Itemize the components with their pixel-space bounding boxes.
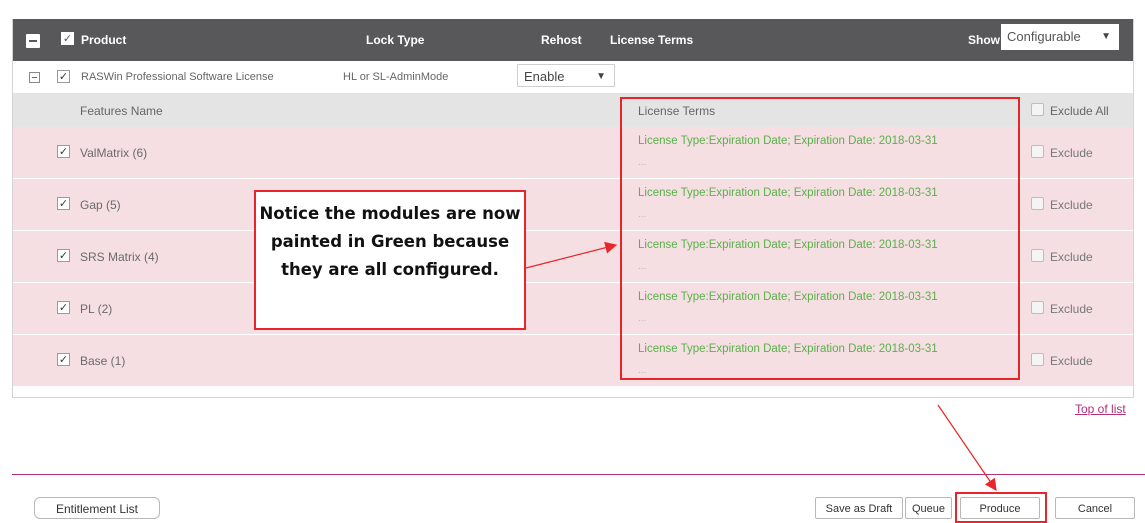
feature-name: SRS Matrix (4) [80,250,159,264]
entitlement-list-button[interactable]: Entitlement List [34,497,160,519]
show-filter-select[interactable]: Configurable ▼ [1001,24,1119,50]
exclude-label: Exclude [1050,146,1093,160]
product-lock-type: HL or SL-AdminMode [343,71,449,83]
queue-button[interactable]: Queue [905,497,952,519]
dropdown-arrow-icon: ▼ [596,71,606,82]
feature-name: Gap (5) [80,198,121,212]
features-name-header: Features Name [80,104,163,118]
exclude-label: Exclude [1050,250,1093,264]
cancel-button[interactable]: Cancel [1055,497,1135,519]
feature-checkbox[interactable]: ✓ [57,353,70,366]
exclude-checkbox[interactable] [1031,301,1044,314]
feature-checkbox[interactable]: ✓ [57,249,70,262]
collapse-product-icon[interactable] [29,72,40,83]
produce-highlight [955,492,1047,523]
product-row: ✓ RASWin Professional Software License H… [13,61,1133,93]
feature-name: ValMatrix (6) [80,146,148,160]
select-all-checkbox[interactable]: ✓ [61,32,74,45]
exclude-checkbox[interactable] [1031,353,1044,366]
produce-arrow [937,404,997,491]
show-filter-label: Show: [968,33,1004,47]
product-name: RASWin Professional Software License [81,71,274,83]
save-as-draft-button[interactable]: Save as Draft [815,497,903,519]
feature-name: PL (2) [80,302,113,316]
exclude-label: Exclude [1050,302,1093,316]
feature-checkbox[interactable]: ✓ [57,145,70,158]
license-terms-column-header: License Terms [610,33,694,47]
feature-name: Base (1) [80,354,126,368]
collapse-all-icon[interactable] [26,34,40,48]
feature-checkbox[interactable]: ✓ [57,301,70,314]
feature-checkbox[interactable]: ✓ [57,197,70,210]
footer-divider [12,474,1145,475]
product-checkbox[interactable]: ✓ [57,70,70,83]
lock-type-column-header: Lock Type [366,33,425,47]
exclude-label: Exclude [1050,354,1093,368]
exclude-all-checkbox[interactable] [1031,103,1044,116]
dropdown-arrow-icon: ▼ [1101,31,1111,42]
exclude-checkbox[interactable] [1031,249,1044,262]
product-column-header: Product [81,33,127,47]
license-terms-highlight [620,97,1020,380]
rehost-column-header: Rehost [541,33,582,47]
exclude-label: Exclude [1050,198,1093,212]
exclude-checkbox[interactable] [1031,145,1044,158]
top-of-list-link[interactable]: Top of list [1075,402,1126,416]
rehost-value: Enable [524,69,565,84]
rehost-select[interactable]: Enable ▼ [517,64,615,87]
annotation-callout: Notice the modules are now painted in Gr… [254,190,526,330]
show-filter-value: Configurable [1007,29,1081,44]
exclude-checkbox[interactable] [1031,197,1044,210]
exclude-all-label: Exclude All [1050,104,1109,118]
table-header: ✓ Product Lock Type Rehost License Terms… [13,19,1133,61]
